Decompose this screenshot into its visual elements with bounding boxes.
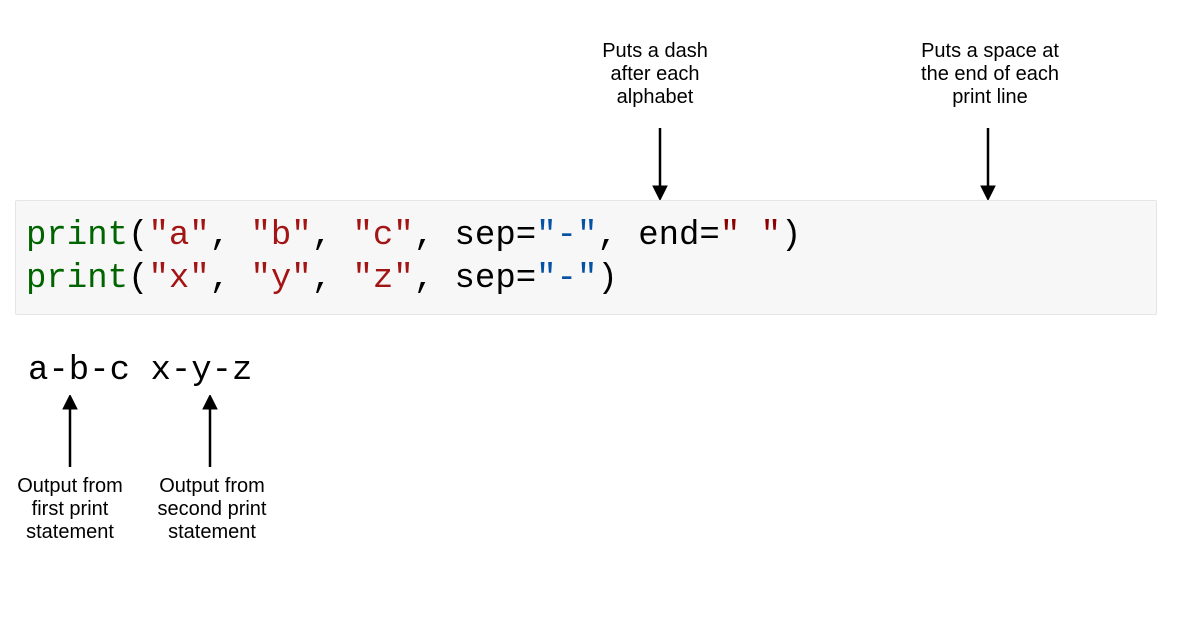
open-paren: ( <box>128 260 148 298</box>
comma: , <box>312 217 353 255</box>
arrow-sep-down-icon <box>650 128 670 200</box>
str-z: "z" <box>353 260 414 298</box>
end-value: " " <box>720 217 781 255</box>
comma: , <box>414 217 455 255</box>
sep-value: "-" <box>536 260 597 298</box>
str-x: "x" <box>148 260 209 298</box>
code-block: print("a", "b", "c", sep="-", end=" ") p… <box>15 200 1157 315</box>
eq: = <box>516 260 536 298</box>
annotation-output2: Output fromsecond printstatement <box>142 475 282 544</box>
annotation-end: Puts a space atthe end of eachprint line <box>890 40 1090 109</box>
annotation-output1: Output fromfirst printstatement <box>0 475 140 544</box>
str-y: "y" <box>250 260 311 298</box>
code-fn: print <box>26 217 128 255</box>
arrow-out1-up-icon <box>60 395 80 467</box>
kw-sep: sep <box>455 260 516 298</box>
str-a: "a" <box>148 217 209 255</box>
comma: , <box>210 260 251 298</box>
comma: , <box>414 260 455 298</box>
comma: , <box>597 217 638 255</box>
str-c: "c" <box>353 217 414 255</box>
output-part2: x-y-z <box>150 352 252 390</box>
output-spacer <box>130 352 150 390</box>
close-paren: ) <box>781 217 801 255</box>
open-paren: ( <box>128 217 148 255</box>
str-b: "b" <box>250 217 311 255</box>
arrow-end-down-icon <box>978 128 998 200</box>
eq: = <box>516 217 536 255</box>
kw-end: end <box>638 217 699 255</box>
eq: = <box>699 217 719 255</box>
code-fn: print <box>26 260 128 298</box>
close-paren: ) <box>597 260 617 298</box>
comma: , <box>312 260 353 298</box>
comma: , <box>210 217 251 255</box>
output-part1: a-b-c <box>28 352 130 390</box>
sep-value: "-" <box>536 217 597 255</box>
arrow-out2-up-icon <box>200 395 220 467</box>
output-line: a-b-c x-y-z <box>28 350 252 393</box>
kw-sep: sep <box>455 217 516 255</box>
annotation-sep: Puts a dashafter eachalphabet <box>570 40 740 109</box>
